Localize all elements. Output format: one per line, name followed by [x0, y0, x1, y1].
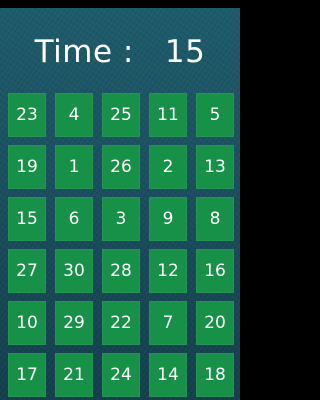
number-tile[interactable]: 20: [196, 301, 234, 345]
number-tile[interactable]: 8: [196, 197, 234, 241]
number-tile[interactable]: 29: [55, 301, 93, 345]
number-tile[interactable]: 23: [8, 93, 46, 137]
timer-display: Time : 15: [0, 30, 240, 74]
number-tile[interactable]: 2: [149, 145, 187, 189]
number-tile[interactable]: 13: [196, 145, 234, 189]
number-tile[interactable]: 24: [102, 353, 140, 397]
number-tile[interactable]: 25: [102, 93, 140, 137]
time-value: 15: [164, 34, 206, 70]
number-tile[interactable]: 22: [102, 301, 140, 345]
number-tile[interactable]: 19: [8, 145, 46, 189]
number-tile[interactable]: 21: [55, 353, 93, 397]
number-tile[interactable]: 30: [55, 249, 93, 293]
number-tile[interactable]: 28: [102, 249, 140, 293]
number-tile[interactable]: 11: [149, 93, 187, 137]
status-bar: [0, 0, 240, 8]
number-tile[interactable]: 15: [8, 197, 46, 241]
number-tile[interactable]: 18: [196, 353, 234, 397]
number-tile[interactable]: 12: [149, 249, 187, 293]
number-tile[interactable]: 9: [149, 197, 187, 241]
number-tile[interactable]: 6: [55, 197, 93, 241]
number-tile[interactable]: 16: [196, 249, 234, 293]
number-tile[interactable]: 1: [55, 145, 93, 189]
number-tile[interactable]: 26: [102, 145, 140, 189]
number-tile[interactable]: 4: [55, 93, 93, 137]
number-tile[interactable]: 7: [149, 301, 187, 345]
number-tile[interactable]: 17: [8, 353, 46, 397]
number-tile[interactable]: 27: [8, 249, 46, 293]
time-label: Time :: [34, 34, 134, 70]
number-tile[interactable]: 5: [196, 93, 234, 137]
number-tile[interactable]: 3: [102, 197, 140, 241]
game-screen: Time : 15 23 4 25 11 5 19 1 26 2 13 15 6…: [0, 0, 240, 400]
number-tile[interactable]: 10: [8, 301, 46, 345]
number-grid: 23 4 25 11 5 19 1 26 2 13 15 6 3 9 8 27 …: [8, 93, 234, 397]
number-tile[interactable]: 14: [149, 353, 187, 397]
